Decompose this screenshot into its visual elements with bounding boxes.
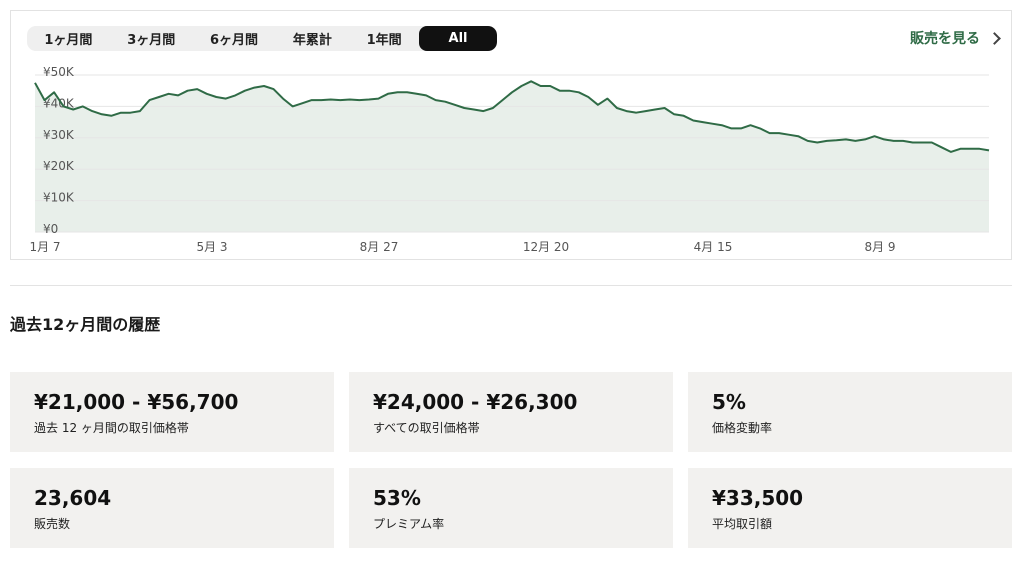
stat-card-average-price: ¥33,500 平均取引額 xyxy=(688,468,1012,548)
y-tick-label: ¥30K xyxy=(43,128,75,142)
x-tick-label: 4月 15 xyxy=(694,240,733,254)
stat-card-12m-range: ¥21,000 - ¥56,700 過去 12 ヶ月間の取引価格帯 xyxy=(10,372,334,452)
stat-label: 価格変動率 xyxy=(712,421,773,435)
x-tick-label: 8月 9 xyxy=(864,240,895,254)
stat-card-premium-rate: 53% プレミアム率 xyxy=(349,468,673,548)
stat-value: 23,604 xyxy=(34,486,112,510)
x-tick-label: 12月 20 xyxy=(523,240,569,254)
stat-label: 過去 12 ヶ月間の取引価格帯 xyxy=(34,421,189,435)
stat-value: ¥33,500 xyxy=(712,486,804,510)
stat-card-volatility: 5% 価格変動率 xyxy=(688,372,1012,452)
stat-label: すべての取引価格帯 xyxy=(373,421,480,435)
price-chart-card: 1ヶ月間 3ヶ月間 6ヶ月間 年累計 1年間 All 販売を見る ¥0 ¥10K ¥… xyxy=(10,10,1012,260)
x-tick-label: 1月 7 xyxy=(29,240,60,254)
x-tick-label: 5月 3 xyxy=(196,240,227,254)
history-title: 過去12ヶ月間の履歴 xyxy=(10,315,161,334)
stat-value: ¥21,000 - ¥56,700 xyxy=(34,390,239,414)
stat-card-all-range: ¥24,000 - ¥26,300 すべての取引価格帯 xyxy=(349,372,673,452)
stat-value: 5% xyxy=(712,390,746,414)
price-area-fill xyxy=(35,81,989,232)
stat-label: プレミアム率 xyxy=(373,517,445,531)
x-tick-label: 8月 27 xyxy=(360,240,399,254)
price-history-chart: ¥0¥10K¥20K¥30K¥40K¥50K1月 7 5月 3 8月 27 12月 2… xyxy=(29,65,990,254)
stat-value: 53% xyxy=(373,486,421,510)
y-tick-label: ¥10K xyxy=(43,191,75,205)
stat-label: 平均取引額 xyxy=(712,517,773,531)
section-divider xyxy=(10,285,1012,286)
stat-label: 販売数 xyxy=(34,517,71,531)
y-tick-label: ¥50K xyxy=(43,65,75,79)
stat-value: ¥24,000 - ¥26,300 xyxy=(373,390,578,414)
y-tick-label: ¥20K xyxy=(43,159,75,173)
stat-card-sales-count: 23,604 販売数 xyxy=(10,468,334,548)
y-tick-label: ¥0 xyxy=(43,222,58,236)
